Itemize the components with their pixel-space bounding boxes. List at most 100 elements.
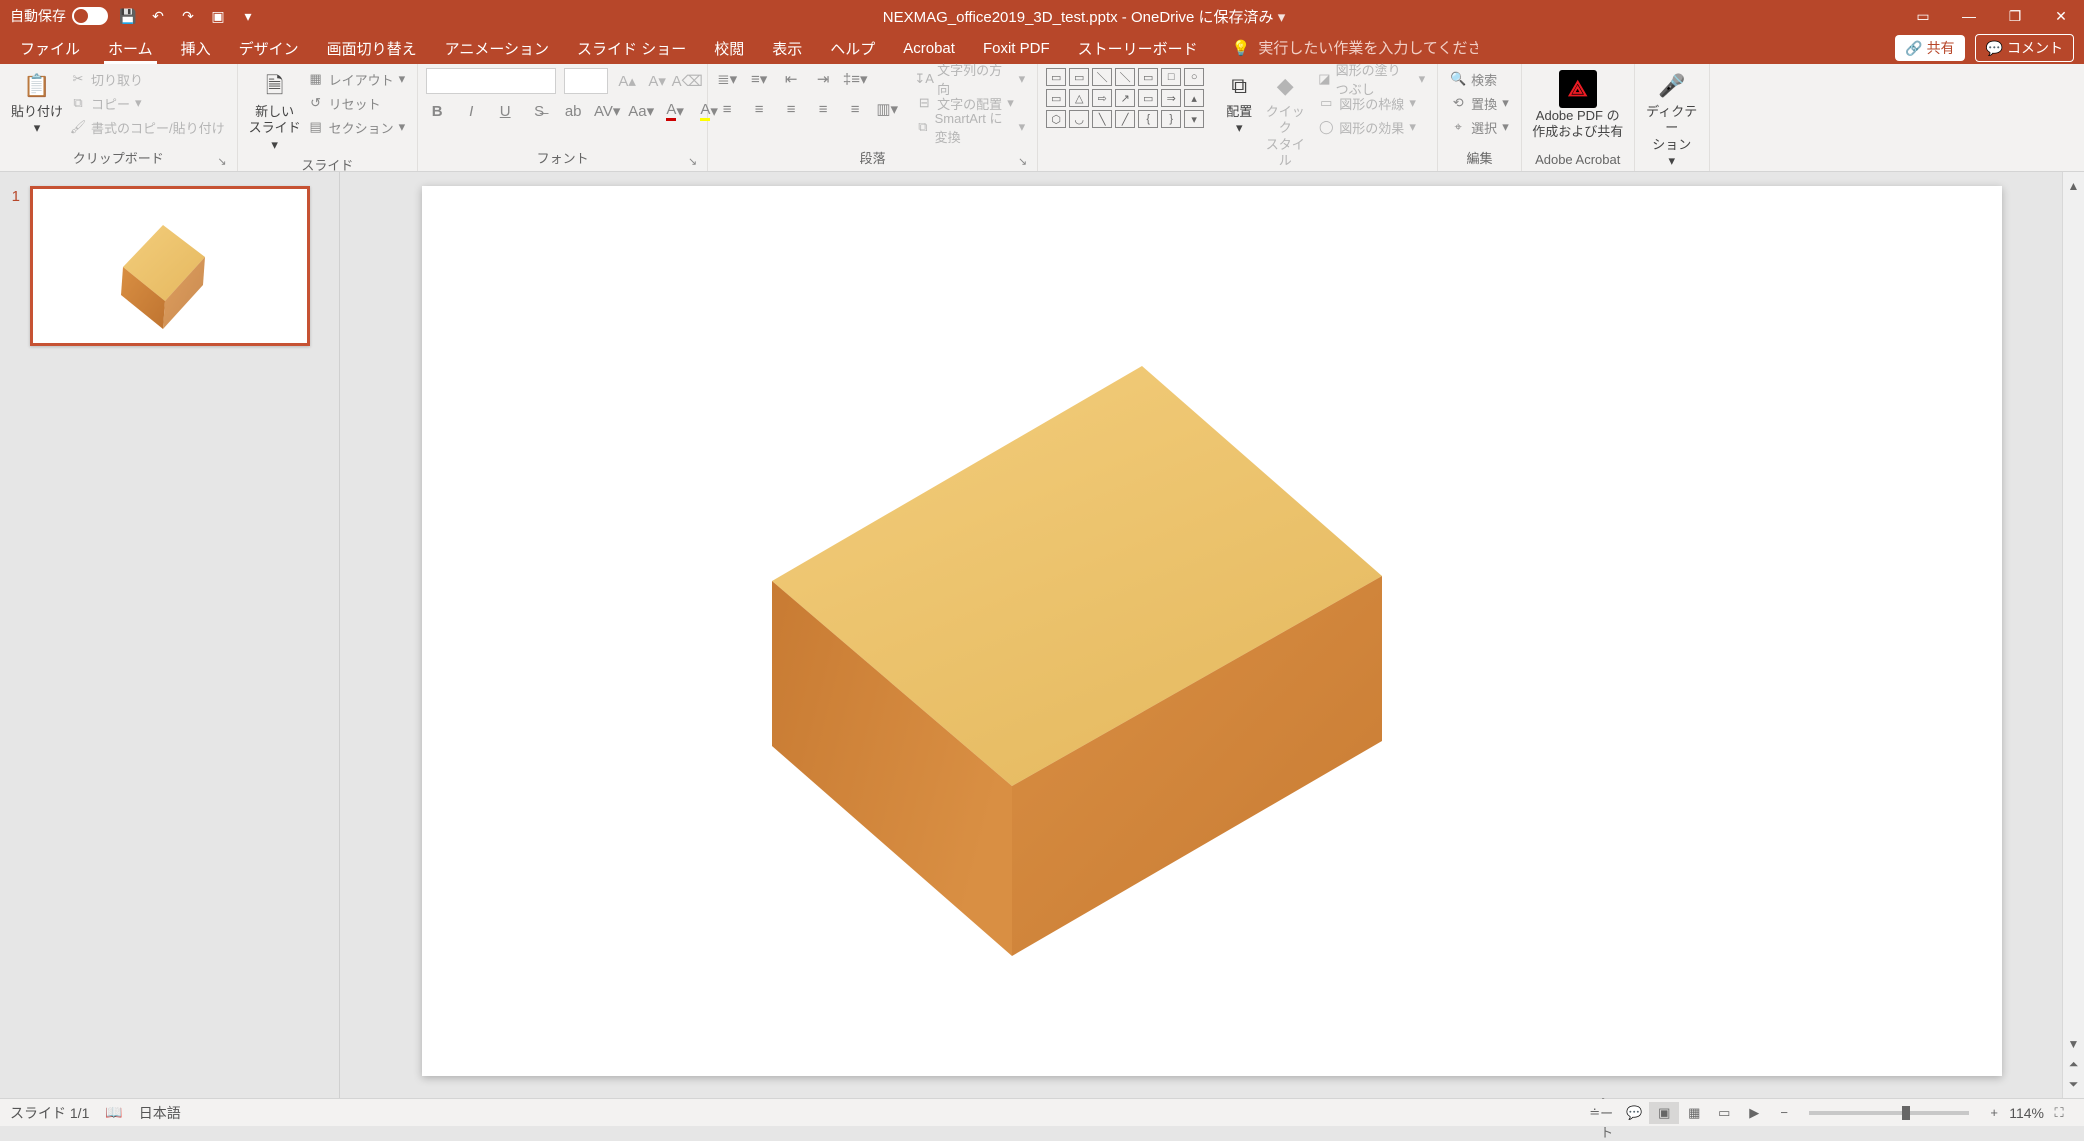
thumbnail-row[interactable]: 1 bbox=[4, 186, 325, 346]
bullets-icon[interactable]: ≣▾ bbox=[716, 68, 738, 90]
dialog-launcher-icon[interactable]: ↘ bbox=[688, 155, 697, 168]
numbering-icon[interactable]: ≡▾ bbox=[748, 68, 770, 90]
qat-dropdown-icon[interactable]: ▾ bbox=[238, 6, 258, 26]
copy-button[interactable]: ⧉コピー ▾ bbox=[66, 92, 229, 114]
shape-brace-icon[interactable]: { bbox=[1138, 110, 1158, 128]
slideshow-view-icon[interactable]: ▶ bbox=[1739, 1102, 1769, 1124]
columns-icon[interactable]: ▥▾ bbox=[876, 98, 898, 120]
tab-review[interactable]: 校閲 bbox=[700, 32, 758, 64]
shape-effects-button[interactable]: ◯図形の効果 ▾ bbox=[1314, 116, 1429, 138]
ribbon-display-options-icon[interactable]: ▭ bbox=[1900, 0, 1946, 32]
font-name-input[interactable] bbox=[426, 68, 556, 94]
align-center-icon[interactable]: ≡ bbox=[748, 98, 770, 120]
shape-circle-icon[interactable]: ○ bbox=[1184, 68, 1204, 86]
increase-font-icon[interactable]: A▴ bbox=[616, 70, 638, 92]
italic-icon[interactable]: I bbox=[460, 100, 482, 122]
tab-animations[interactable]: アニメーション bbox=[431, 32, 563, 64]
share-button[interactable]: 🔗共有 bbox=[1895, 35, 1964, 61]
dialog-launcher-icon[interactable]: ↘ bbox=[217, 155, 226, 168]
strikethrough-icon[interactable]: S̶ bbox=[528, 100, 550, 122]
shape-line-icon[interactable]: ＼ bbox=[1115, 68, 1135, 86]
zoom-in-icon[interactable]: + bbox=[1979, 1102, 2009, 1124]
tab-insert[interactable]: 挿入 bbox=[167, 32, 225, 64]
tab-home[interactable]: ホーム bbox=[94, 32, 167, 64]
cut-button[interactable]: ✂切り取り bbox=[66, 68, 229, 90]
format-painter-button[interactable]: 🖌書式のコピー/貼り付け bbox=[66, 116, 229, 138]
search-input[interactable] bbox=[1258, 40, 1478, 57]
decrease-font-icon[interactable]: A▾ bbox=[646, 70, 668, 92]
shape-rectangle-icon[interactable]: ▭ bbox=[1046, 68, 1066, 86]
slide-sorter-view-icon[interactable]: ▦ bbox=[1679, 1102, 1709, 1124]
increase-indent-icon[interactable]: ⇥ bbox=[812, 68, 834, 90]
align-left-icon[interactable]: ≡ bbox=[716, 98, 738, 120]
tab-design[interactable]: デザイン bbox=[225, 32, 313, 64]
shadow-icon[interactable]: ab bbox=[562, 100, 584, 122]
shape-square-icon[interactable]: □ bbox=[1161, 68, 1181, 86]
convert-smartart-button[interactable]: ⧉SmartArt に変換 ▾ bbox=[912, 116, 1029, 138]
vertical-scrollbar[interactable]: ▲ ▼ ⏶ ⏷ bbox=[2062, 172, 2084, 1098]
shape-connector-icon[interactable]: ╲ bbox=[1092, 110, 1112, 128]
shape-arrow-icon[interactable]: ⇨ bbox=[1092, 89, 1112, 107]
bold-icon[interactable]: B bbox=[426, 100, 448, 122]
shape-brace-icon[interactable]: } bbox=[1161, 110, 1181, 128]
zoom-level[interactable]: 114% bbox=[2009, 1105, 2044, 1121]
tab-help[interactable]: ヘルプ bbox=[816, 32, 889, 64]
prev-slide-icon[interactable]: ⏶ bbox=[2066, 1056, 2082, 1072]
zoom-out-icon[interactable]: − bbox=[1769, 1102, 1799, 1124]
font-size-input[interactable] bbox=[564, 68, 608, 94]
shape-line-icon[interactable]: ＼ bbox=[1092, 68, 1112, 86]
shape-hexagon-icon[interactable]: ⬡ bbox=[1046, 110, 1066, 128]
present-from-start-icon[interactable]: ▣ bbox=[208, 6, 228, 26]
shape-triangle-icon[interactable]: △ bbox=[1069, 89, 1089, 107]
shape-rect-icon[interactable]: ▭ bbox=[1138, 68, 1158, 86]
tab-file[interactable]: ファイル bbox=[6, 32, 94, 64]
quick-styles-button[interactable]: ◆ クイック スタイル▾ bbox=[1262, 68, 1308, 185]
shapes-gallery[interactable]: ▭ ▭ ＼ ＼ ▭ □ ○ ▭ △ ⇨ ↗ ▭ ⇒ ▴ ⬡ ◡ ╲ ╱ { } bbox=[1046, 68, 1204, 128]
spellcheck-icon[interactable]: 📖 bbox=[105, 1104, 122, 1121]
undo-icon[interactable]: ↶ bbox=[148, 6, 168, 26]
slide-canvas[interactable] bbox=[422, 186, 2002, 1076]
find-button[interactable]: 🔍検索 bbox=[1446, 68, 1513, 90]
next-slide-icon[interactable]: ⏷ bbox=[2066, 1076, 2082, 1092]
maximize-icon[interactable]: ❐ bbox=[1992, 0, 2038, 32]
tab-view[interactable]: 表示 bbox=[758, 32, 816, 64]
reading-view-icon[interactable]: ▭ bbox=[1709, 1102, 1739, 1124]
align-right-icon[interactable]: ≡ bbox=[780, 98, 802, 120]
underline-icon[interactable]: U bbox=[494, 100, 516, 122]
layout-button[interactable]: ▦レイアウト ▾ bbox=[304, 68, 410, 90]
gallery-up-icon[interactable]: ▴ bbox=[1184, 89, 1204, 107]
reset-button[interactable]: ↺リセット bbox=[304, 92, 410, 114]
shape-connector-icon[interactable]: ╱ bbox=[1115, 110, 1135, 128]
scroll-down-icon[interactable]: ▼ bbox=[2066, 1036, 2082, 1052]
clear-formatting-icon[interactable]: A⌫ bbox=[676, 70, 698, 92]
gallery-more-icon[interactable]: ▾ bbox=[1184, 110, 1204, 128]
change-case-icon[interactable]: Aa▾ bbox=[630, 100, 652, 122]
tab-slideshow[interactable]: スライド ショー bbox=[563, 32, 700, 64]
text-direction-button[interactable]: ↧A文字列の方向 ▾ bbox=[912, 68, 1029, 90]
close-icon[interactable]: ✕ bbox=[2038, 0, 2084, 32]
autosave-toggle[interactable]: 自動保存 bbox=[10, 6, 108, 26]
tab-transitions[interactable]: 画面切り替え bbox=[313, 32, 431, 64]
save-icon[interactable]: 💾 bbox=[118, 6, 138, 26]
line-spacing-icon[interactable]: ‡≡▾ bbox=[844, 68, 866, 90]
slide-thumbnail-1[interactable] bbox=[30, 186, 310, 346]
redo-icon[interactable]: ↷ bbox=[178, 6, 198, 26]
shape-rectangle-icon[interactable]: ▭ bbox=[1069, 68, 1089, 86]
new-slide-button[interactable]: 🗎 新しい スライド▾ bbox=[246, 68, 304, 153]
shape-arrow-icon[interactable]: ⇒ bbox=[1161, 89, 1181, 107]
paste-button[interactable]: 📋 貼り付け▾ bbox=[8, 68, 66, 137]
tab-storyboard[interactable]: ストーリーボード bbox=[1064, 32, 1212, 64]
cube-3d-shape[interactable] bbox=[422, 186, 2002, 1076]
arrange-button[interactable]: ⧉ 配置▾ bbox=[1216, 68, 1262, 137]
notes-button[interactable]: ≐ ノート bbox=[1589, 1102, 1619, 1124]
comments-button[interactable]: 💬コメント bbox=[1975, 34, 2074, 62]
slide-editor[interactable]: ▲ ▼ ⏶ ⏷ bbox=[340, 172, 2084, 1098]
minimize-icon[interactable]: — bbox=[1946, 0, 1992, 32]
normal-view-icon[interactable]: ▣ bbox=[1649, 1102, 1679, 1124]
shape-rect-icon[interactable]: ▭ bbox=[1138, 89, 1158, 107]
language-indicator[interactable]: 日本語 bbox=[139, 1103, 181, 1123]
adobe-pdf-button[interactable]: ⟁ Adobe PDF の 作成および共有 bbox=[1530, 68, 1626, 141]
char-spacing-icon[interactable]: AV▾ bbox=[596, 100, 618, 122]
justify-icon[interactable]: ≡ bbox=[812, 98, 834, 120]
decrease-indent-icon[interactable]: ⇤ bbox=[780, 68, 802, 90]
